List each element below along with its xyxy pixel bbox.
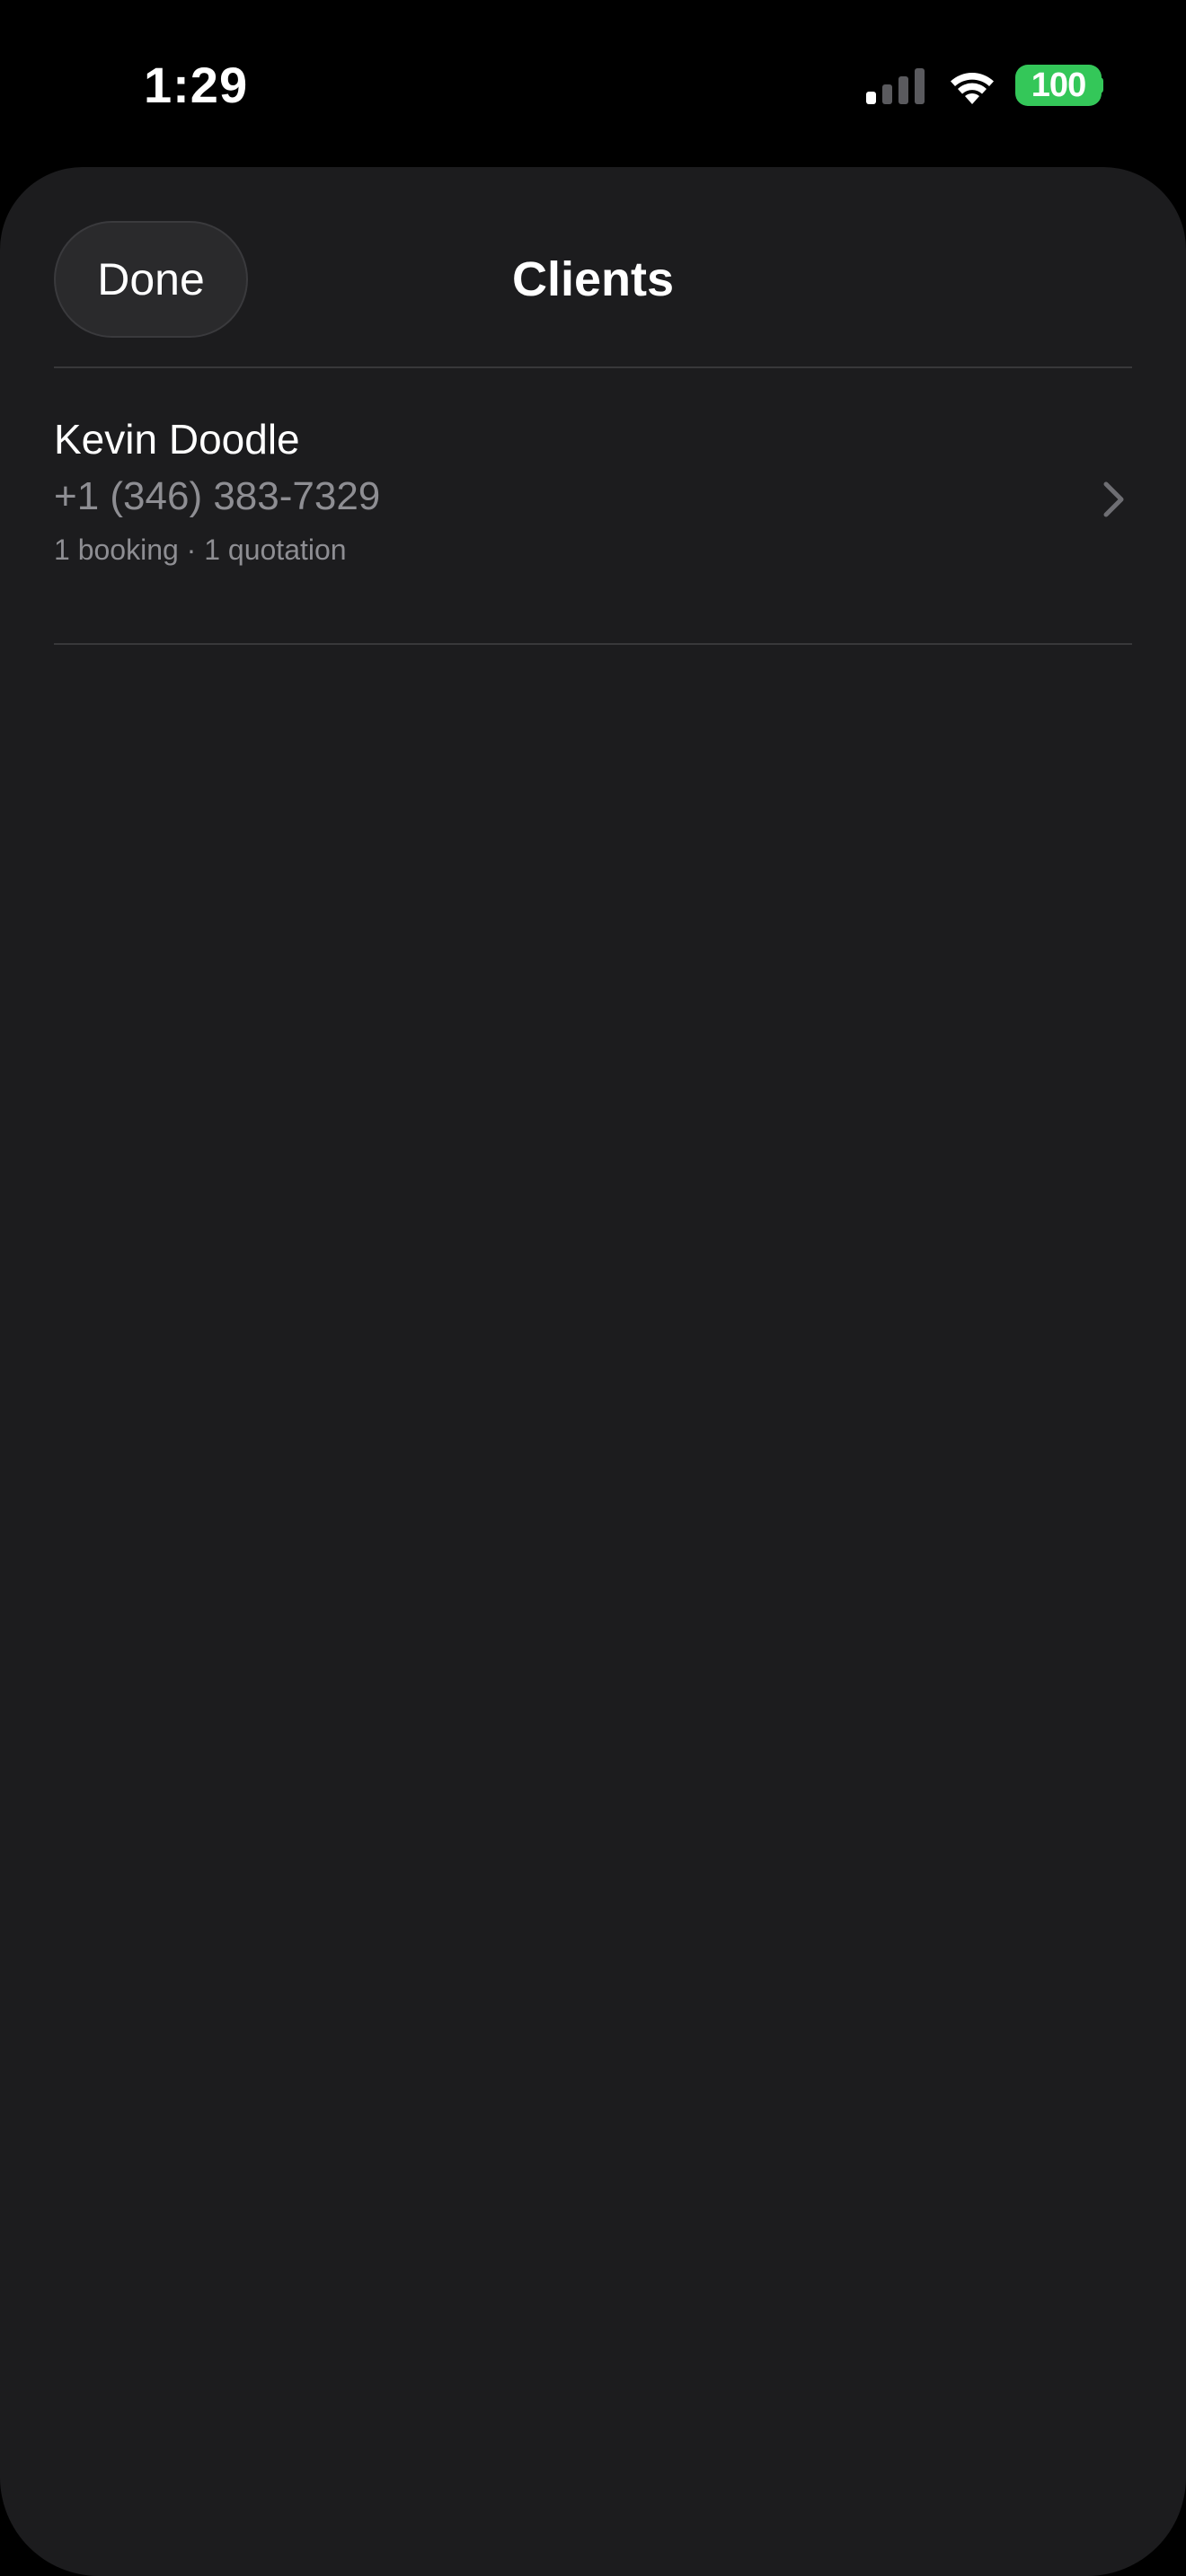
status-bar: 1:29 100 — [0, 0, 1186, 171]
navigation-bar: Done Clients — [0, 167, 1186, 366]
client-summary: 1 booking · 1 quotation — [54, 534, 347, 566]
page-title: Clients — [511, 252, 675, 306]
client-name: Kevin Doodle — [54, 416, 300, 463]
battery-level: 100 — [1031, 66, 1086, 104]
battery-cap — [1098, 77, 1103, 93]
client-list-item[interactable]: Kevin Doodle +1 (346) 383-7329 1 booking… — [0, 368, 1186, 638]
cellular-signal-icon — [866, 68, 925, 104]
status-time: 1:29 — [144, 57, 249, 113]
chevron-right-icon — [1103, 481, 1124, 517]
client-phone: +1 (346) 383-7329 — [54, 474, 381, 518]
wifi-icon — [951, 72, 994, 104]
battery-icon: 100 — [1015, 65, 1102, 106]
divider — [54, 643, 1132, 645]
clients-sheet: Done Clients Kevin Doodle +1 (346) 383-7… — [0, 167, 1186, 2576]
